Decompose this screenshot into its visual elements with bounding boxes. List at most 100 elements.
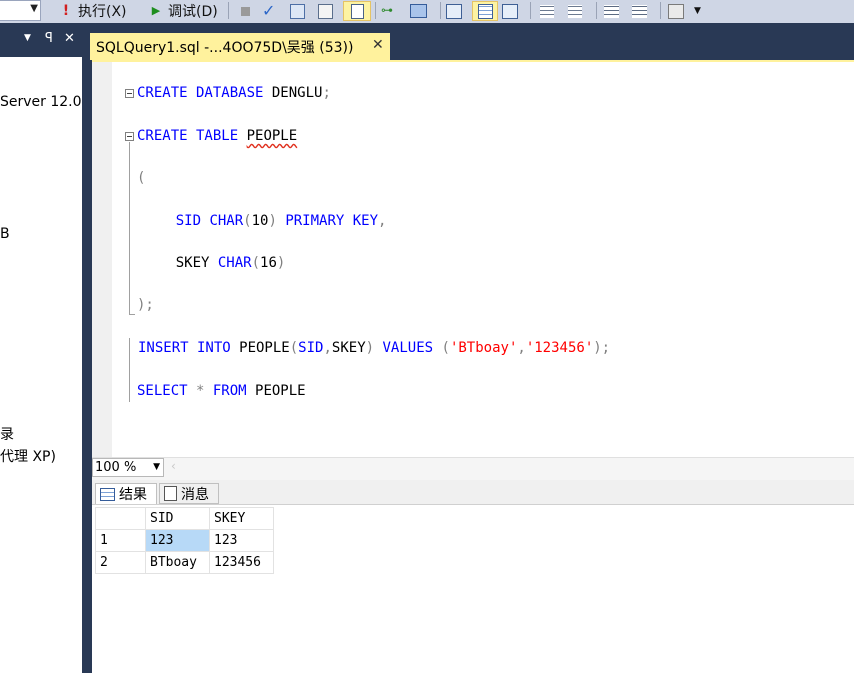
object-explorer-header: ▼ ꟼ ✕ bbox=[0, 23, 82, 57]
code-token: SKEY bbox=[331, 340, 366, 356]
debug-label: 调试(D) bbox=[168, 4, 218, 20]
debug-button[interactable]: ▶ 调试(D) bbox=[148, 1, 218, 21]
outdent-icon bbox=[604, 4, 619, 18]
code-token: DENGLU bbox=[263, 85, 323, 101]
estimated-plan-button[interactable] bbox=[290, 1, 305, 21]
code-token: 10 bbox=[251, 213, 269, 229]
stop-button[interactable] bbox=[238, 1, 253, 21]
parse-button[interactable]: ✓ bbox=[262, 1, 278, 21]
uncomment-lines-icon bbox=[568, 4, 582, 18]
results-to-text-button[interactable] bbox=[446, 1, 462, 21]
tab-results[interactable]: 结果 bbox=[95, 483, 157, 504]
code-line: CREATE DATABASE DENGLU; bbox=[137, 85, 331, 101]
tree-item-log[interactable]: 录 bbox=[0, 424, 14, 444]
code-token: ); bbox=[593, 340, 611, 356]
row-header[interactable]: 2 bbox=[95, 551, 146, 574]
code-token: '123456' bbox=[525, 340, 594, 356]
client-stats-button[interactable] bbox=[410, 1, 427, 21]
code-line: SELECT * FROM PEOPLE bbox=[137, 383, 306, 399]
panel-splitter[interactable] bbox=[82, 23, 92, 673]
column-header-skey[interactable]: SKEY bbox=[209, 507, 274, 530]
file-results-icon bbox=[502, 3, 518, 19]
zoom-dropdown[interactable]: 100 % ▼ bbox=[92, 458, 164, 477]
row-header[interactable]: 1 bbox=[95, 529, 146, 552]
query-designer-button[interactable] bbox=[318, 1, 333, 21]
outline-line bbox=[129, 142, 130, 314]
code-line: ); bbox=[137, 297, 154, 313]
code-token: FROM bbox=[212, 383, 247, 399]
zoom-strip bbox=[92, 457, 854, 480]
designer-icon bbox=[318, 3, 333, 19]
code-line: ( bbox=[137, 170, 145, 186]
code-token: VALUES bbox=[374, 340, 442, 356]
code-token: CREATE DATABASE bbox=[137, 85, 264, 101]
database-dropdown[interactable]: ▼ bbox=[0, 0, 41, 21]
code-token: SID bbox=[298, 340, 324, 356]
pin-icon[interactable]: ꟼ bbox=[45, 31, 53, 46]
collapse-icon[interactable] bbox=[125, 89, 134, 98]
column-header-sid[interactable]: SID bbox=[145, 507, 210, 530]
grid-corner[interactable] bbox=[95, 507, 146, 530]
actual-plan-button[interactable]: ⊶ bbox=[381, 1, 397, 21]
dropdown-arrow-icon[interactable]: ▼ bbox=[24, 33, 31, 43]
tree-item-server[interactable]: Server 12.0 bbox=[0, 94, 82, 110]
execute-label: 执行(X) bbox=[78, 4, 127, 20]
document-tab-sqlquery1[interactable]: SQLQuery1.sql -...4OO75D\吴强 (53)) ✕ bbox=[90, 33, 390, 60]
results-to-grid-button[interactable] bbox=[472, 1, 498, 21]
checkmark-icon: ✓ bbox=[262, 1, 276, 20]
chevron-down-icon: ▼ bbox=[153, 462, 160, 472]
comment-button[interactable] bbox=[540, 1, 554, 21]
stop-icon bbox=[241, 6, 250, 16]
grid-results-icon bbox=[477, 3, 493, 19]
tab-results-label: 结果 bbox=[119, 487, 147, 503]
toolbar-separator bbox=[596, 2, 597, 19]
outline-end bbox=[129, 314, 135, 315]
close-icon[interactable]: ✕ bbox=[64, 31, 75, 46]
code-line: INSERT INTO PEOPLE(SID,SKEY) VALUES ('BT… bbox=[138, 340, 610, 356]
tab-messages-label: 消息 bbox=[181, 486, 209, 503]
grid-icon bbox=[100, 487, 115, 501]
sqlcmd-mode-button[interactable] bbox=[343, 1, 371, 21]
tab-messages[interactable]: 消息 bbox=[159, 483, 219, 504]
editor-gutter bbox=[92, 62, 112, 457]
collapse-icon[interactable] bbox=[125, 132, 134, 141]
grid-cell[interactable]: 123 bbox=[209, 529, 274, 552]
code-token: SKEY bbox=[142, 255, 218, 271]
toolbar: ▼ ! 执行(X) ▶ 调试(D) ✓ ⊶ ▼ bbox=[0, 0, 854, 24]
code-token: SELECT bbox=[137, 383, 188, 399]
uncomment-button[interactable] bbox=[568, 1, 582, 21]
code-line: SKEY CHAR(16) bbox=[142, 255, 286, 271]
tree-item-database[interactable]: B bbox=[0, 226, 10, 242]
code-token: ( bbox=[251, 255, 261, 271]
code-token: ; bbox=[322, 85, 331, 101]
close-icon[interactable]: ✕ bbox=[372, 37, 384, 53]
grid-cell[interactable]: 123 bbox=[145, 529, 210, 552]
tree-item-agent[interactable]: 代理 XP) bbox=[0, 446, 56, 466]
plan-tree-icon: ⊶ bbox=[381, 3, 393, 17]
code-token: 'BTboay' bbox=[449, 340, 518, 356]
grid-header-row: SID SKEY bbox=[95, 507, 274, 530]
code-token: ) bbox=[365, 340, 375, 356]
decrease-indent-button[interactable] bbox=[604, 1, 619, 21]
code-token: ( bbox=[441, 340, 450, 356]
grid-cell[interactable]: BTboay bbox=[145, 551, 210, 574]
grid-cell[interactable]: 123456 bbox=[209, 551, 274, 574]
code-token: PEOPLE bbox=[246, 128, 298, 144]
comment-lines-icon bbox=[540, 4, 554, 18]
scroll-left-icon[interactable]: ‹ bbox=[171, 459, 176, 473]
results-to-file-button[interactable] bbox=[502, 1, 518, 21]
toolbar-separator bbox=[228, 2, 229, 19]
code-token: PEOPLE bbox=[230, 340, 290, 356]
chevron-down-icon: ▼ bbox=[694, 6, 701, 16]
outline-line bbox=[129, 338, 130, 402]
specify-values-button[interactable] bbox=[668, 1, 684, 21]
results-grid: SID SKEY 1 123 123 2 BTboay 123456 bbox=[95, 507, 274, 574]
increase-indent-button[interactable] bbox=[632, 1, 647, 21]
execute-button[interactable]: ! 执行(X) bbox=[58, 1, 127, 21]
document-icon bbox=[350, 3, 364, 19]
toolbar-overflow-button[interactable]: ▼ bbox=[694, 1, 701, 21]
code-token: PRIMARY KEY bbox=[276, 213, 379, 229]
play-icon: ▶ bbox=[151, 4, 161, 17]
code-token: ) bbox=[276, 255, 286, 271]
